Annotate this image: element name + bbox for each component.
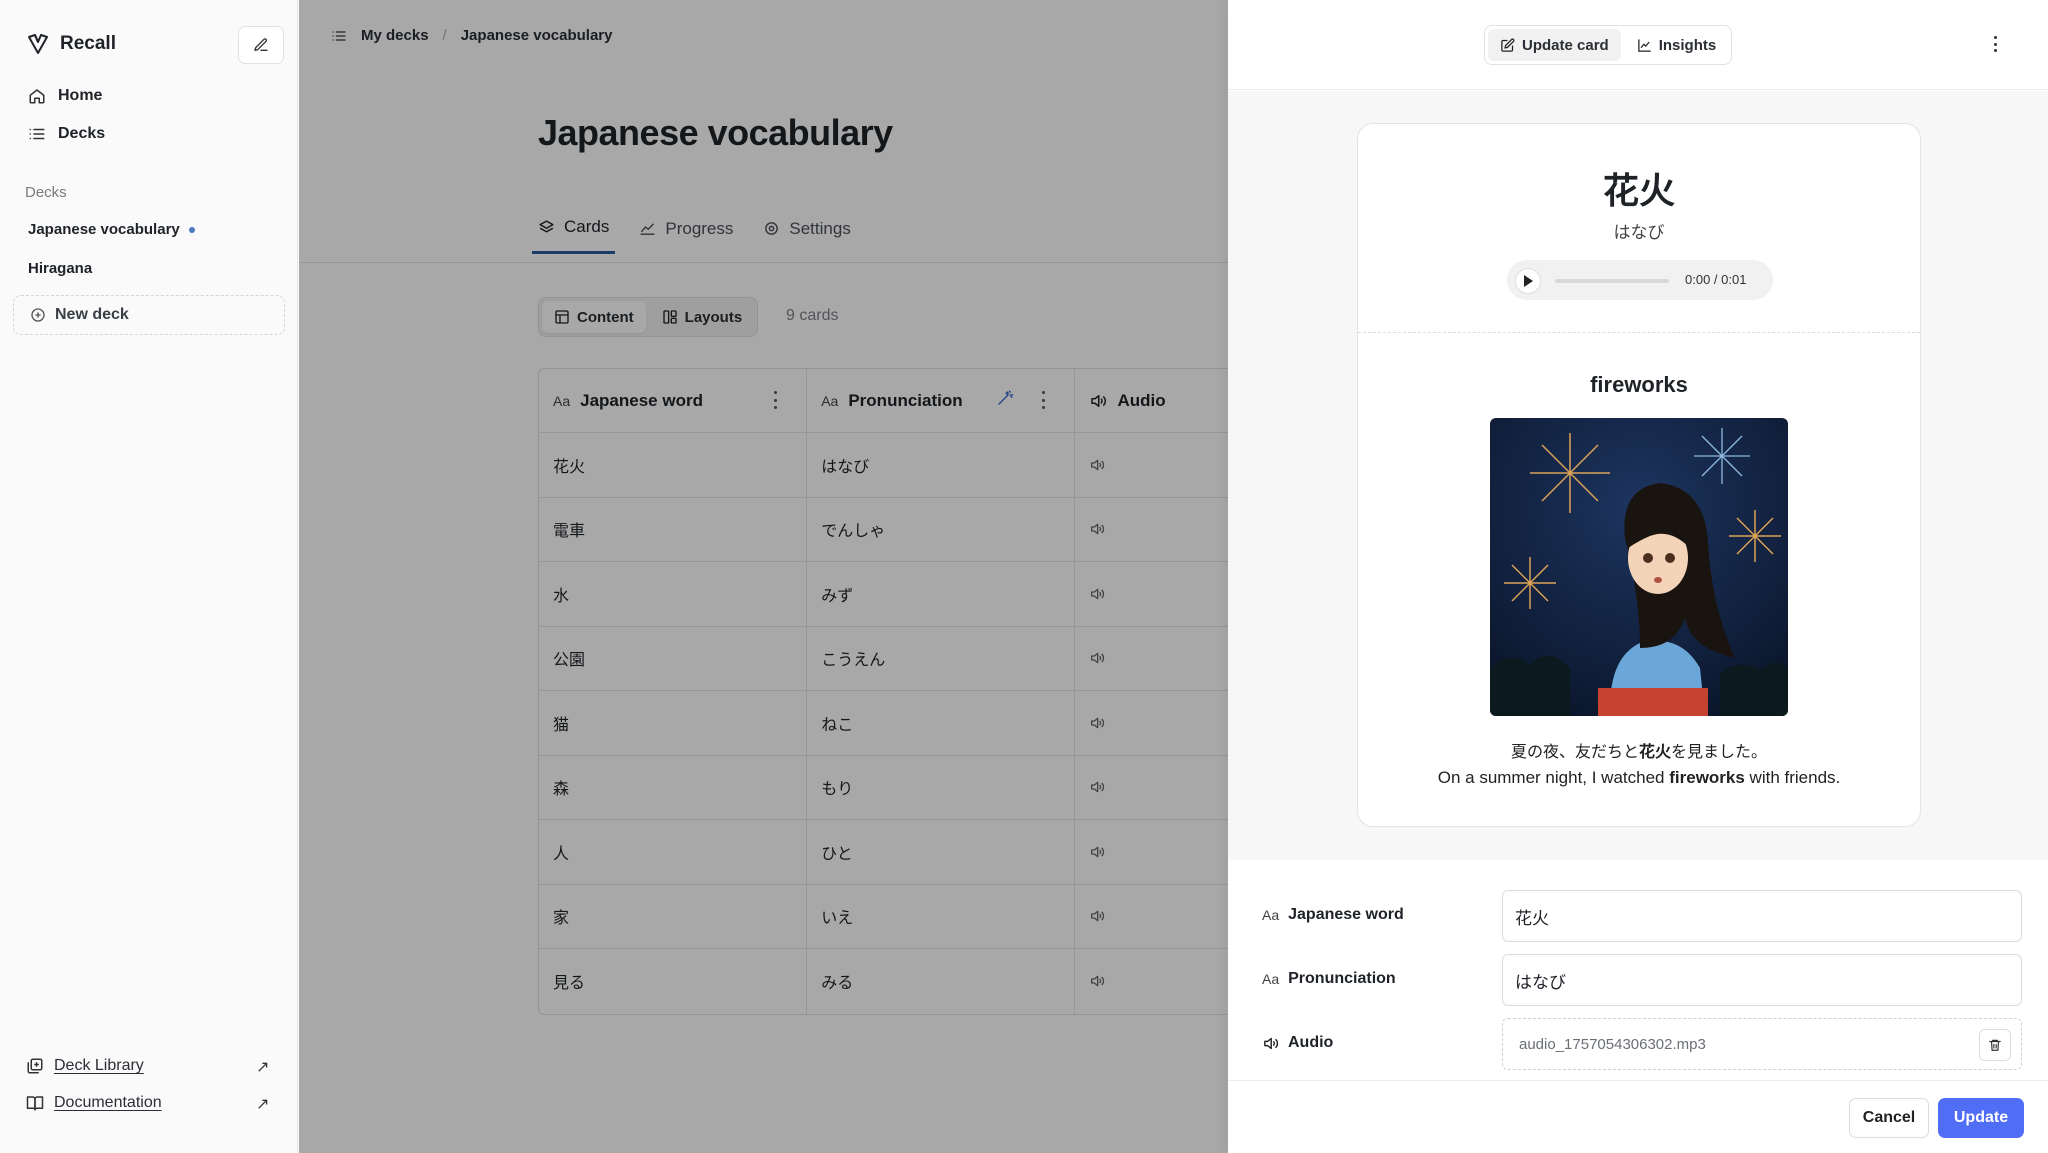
deck-library-label: Deck Library (54, 1057, 144, 1074)
update-button[interactable]: Update (1938, 1098, 2024, 1138)
home-icon (29, 89, 45, 104)
example-sentence-en: On a summer night, I watched fireworks w… (1437, 768, 1841, 787)
plus-circle-icon (31, 308, 45, 322)
card-front-reading: はなび (1613, 223, 1665, 243)
example-sentence-jp: 夏の夜、友だちと花火を見ました。 (1510, 742, 1768, 761)
play-icon (1524, 275, 1533, 287)
drawer-tabs: Update card Insights (1484, 25, 1733, 65)
nav-home-label: Home (58, 87, 103, 104)
sidebar: Recall Home Decks Decks Japanese vocabul… (0, 0, 298, 1153)
audio-player: 0:00 / 0:01 (1507, 260, 1773, 300)
documentation-link[interactable]: Documentation (26, 1094, 162, 1112)
field-audio: Audio audio_1757054306302.mp3 (1258, 1018, 2022, 1070)
card-front-word: 花火 (1602, 171, 1675, 212)
book-icon (26, 1096, 44, 1111)
text-type-icon: Aa (1262, 907, 1280, 923)
brand[interactable]: Recall (26, 32, 116, 56)
active-deck-dot (188, 226, 195, 233)
audio-file-name: audio_1757054306302.mp3 (1519, 1035, 1706, 1053)
new-deck-label: New deck (55, 306, 129, 323)
field-pronunciation: Aa Pronunciation はなび (1258, 954, 2022, 1006)
tab-insights-label: Insights (1658, 36, 1717, 54)
cancel-button[interactable]: Cancel (1849, 1098, 1929, 1138)
card-preview: 花火 はなび 0:00 / 0:01 fireworks 夏の夜、友だちと花火を… (1357, 123, 1921, 827)
edit-icon (254, 38, 268, 51)
pronunciation-input[interactable]: はなび (1502, 954, 2022, 1006)
card-divider (1358, 332, 1920, 333)
drawer-footer: Cancel Update (1228, 1080, 2048, 1153)
delete-audio-button[interactable] (1979, 1029, 2011, 1061)
tab-update-card[interactable]: Update card (1488, 29, 1621, 61)
library-icon (27, 1058, 43, 1074)
trash-icon (1989, 1039, 2001, 1051)
field-label: Aa Japanese word (1262, 906, 1404, 923)
new-deck-button[interactable]: New deck (13, 295, 285, 335)
tab-insights[interactable]: Insights (1625, 29, 1729, 61)
audio-time: 0:00 / 0:01 (1685, 272, 1747, 287)
fireworks-illustration (1490, 418, 1788, 716)
app-name: Recall (60, 33, 116, 54)
external-link-icon: ↗ (256, 1059, 270, 1076)
card-back-meaning: fireworks (1590, 372, 1688, 397)
japanese-word-input[interactable]: 花火 (1502, 890, 2022, 942)
modal-backdrop[interactable] (299, 0, 1228, 1153)
deck-item-hiragana[interactable]: Hiragana (28, 260, 92, 277)
list-icon (29, 128, 45, 140)
speaker-icon (1264, 1037, 1279, 1049)
decks-section-label: Decks (25, 184, 67, 201)
text-type-icon: Aa (1262, 971, 1280, 987)
deck-item-japanese-vocabulary[interactable]: Japanese vocabulary (28, 221, 195, 238)
audio-progress-track[interactable] (1555, 279, 1669, 283)
deck-library-link[interactable]: Deck Library (26, 1057, 144, 1075)
field-label: Aa Pronunciation (1262, 970, 1396, 987)
external-link-icon: ↗ (256, 1096, 270, 1113)
tab-update-card-label: Update card (1522, 36, 1609, 54)
edit-icon (1501, 38, 1515, 52)
nav-decks[interactable]: Decks (28, 125, 105, 143)
card-editor-drawer: Update card Insights 花火 はなび 0:00 / 0:01 … (1228, 0, 2048, 1153)
recall-logo-icon (28, 34, 48, 54)
audio-file-field[interactable]: audio_1757054306302.mp3 (1502, 1018, 2022, 1070)
nav-home[interactable]: Home (28, 87, 102, 105)
drawer-more-icon[interactable] (1994, 36, 1998, 52)
deck-item-label: Hiragana (28, 260, 93, 277)
new-card-button[interactable] (238, 26, 284, 64)
chart-icon (1637, 38, 1651, 52)
main-content: My decks / Japanese vocabulary Japanese … (299, 0, 1228, 1153)
nav-decks-label: Decks (58, 125, 106, 142)
deck-item-label: Japanese vocabulary (28, 221, 180, 238)
play-button[interactable] (1515, 268, 1541, 294)
field-japanese-word: Aa Japanese word 花火 (1258, 890, 2022, 942)
field-label: Audio (1262, 1034, 1333, 1052)
documentation-label: Documentation (54, 1094, 162, 1111)
drawer-header: Update card Insights (1228, 0, 2048, 90)
